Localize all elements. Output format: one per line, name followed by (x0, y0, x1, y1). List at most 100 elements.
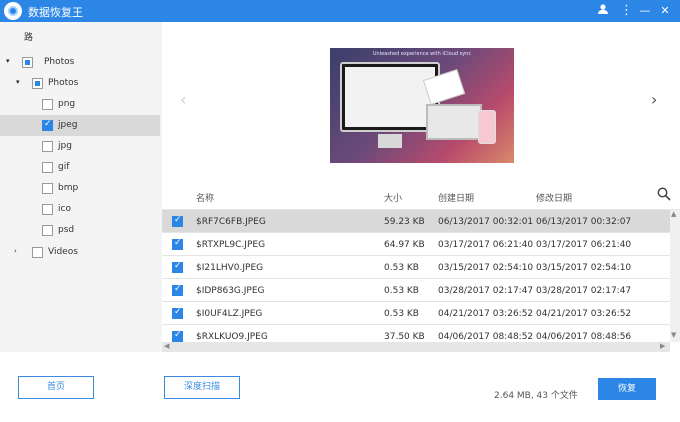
column-name[interactable]: 名称 (196, 191, 214, 204)
tree-item-label: ico (58, 204, 71, 214)
table-row[interactable]: $I0UF4LZ.JPEG 0.53 KB 04/21/2017 03:26:520… (162, 302, 670, 325)
tree-item-label: Photos (44, 57, 75, 67)
tree-checkbox[interactable] (42, 99, 53, 110)
tree-item-ico[interactable]: ico (0, 199, 160, 220)
tree-checkbox[interactable] (42, 141, 53, 152)
tree-item-label: Videos (48, 247, 78, 257)
tree-checkbox[interactable] (22, 57, 33, 68)
app-title: 数据恢复王 (28, 6, 83, 19)
tree-checkbox[interactable] (32, 247, 43, 258)
scroll-left-arrow-icon[interactable]: ◀ (164, 342, 169, 350)
tree-checkbox[interactable] (42, 119, 53, 131)
column-modified[interactable]: 修改日期 (536, 191, 572, 204)
imac-stand (378, 134, 402, 148)
tree-item-png[interactable]: png (0, 94, 160, 115)
next-arrow-icon[interactable]: › (651, 90, 657, 109)
horizontal-scrollbar[interactable]: ◀ ▶ (162, 342, 670, 352)
app-logo-icon (4, 2, 22, 20)
recover-button[interactable]: 恢复 (598, 378, 656, 400)
preview-caption: Unleashed experience with iCloud sync (372, 51, 472, 57)
tree-item-label: Photos (48, 78, 79, 88)
cell-size: 0.53 KB (384, 286, 419, 296)
tree-checkbox[interactable] (32, 78, 43, 89)
row-checkbox[interactable] (172, 330, 183, 342)
expand-arrow-icon[interactable]: › (14, 247, 17, 255)
home-button[interactable]: 首页 (18, 376, 94, 399)
folder-tree-sidebar: 路 ▾ Photos ▾ Photos png jpeg jpg gif bmp ico psd › V… (0, 22, 162, 352)
row-checkbox[interactable] (172, 284, 183, 296)
image-preview-panel: ‹ Unleashed experience with iCloud sync … (162, 22, 680, 180)
tree-item-photos[interactable]: ▾ Photos (0, 52, 160, 73)
cell-created: 06/13/2017 00:32:01 (438, 217, 534, 227)
row-checkbox[interactable] (172, 261, 183, 273)
deep-scan-button[interactable]: 深度扫描 (164, 376, 240, 399)
user-icon[interactable] (596, 3, 610, 19)
column-created[interactable]: 创建日期 (438, 191, 474, 204)
column-size[interactable]: 大小 (384, 191, 402, 204)
cell-modified: 03/15/2017 02:54:10 (536, 263, 632, 273)
more-menu-icon[interactable]: ⋮ (620, 3, 633, 19)
tree-item-gif[interactable]: gif (0, 157, 160, 178)
row-checkbox[interactable] (172, 307, 183, 319)
cell-size: 0.53 KB (384, 263, 419, 273)
cell-name: $I0UF4LZ.JPEG (196, 309, 263, 319)
scroll-up-arrow-icon[interactable]: ▲ (671, 210, 676, 218)
close-icon[interactable]: ✕ (658, 3, 672, 19)
cell-name: $RTXPL9C.JPEG (196, 240, 266, 250)
tree-checkbox[interactable] (42, 183, 53, 194)
cell-modified: 04/21/2017 03:26:52 (536, 309, 632, 319)
cell-modified: 03/28/2017 02:17:47 (536, 286, 632, 296)
tree-checkbox[interactable] (42, 204, 53, 215)
footer-bar: 首页 深度扫描 2.64 MB, 43 个文件 恢复 (0, 352, 680, 422)
tree-item-label: jpg (58, 141, 72, 151)
previous-arrow-icon[interactable]: ‹ (180, 90, 186, 109)
minimize-icon[interactable]: — (638, 3, 652, 19)
tree-item-label: jpeg (58, 120, 78, 130)
cell-size: 64.97 KB (384, 240, 425, 250)
expand-arrow-icon[interactable]: ▾ (16, 78, 20, 86)
preview-image: Unleashed experience with iCloud sync (330, 48, 514, 163)
path-label: 路 (24, 33, 34, 43)
tree-checkbox[interactable] (42, 162, 53, 173)
scroll-down-arrow-icon[interactable]: ▼ (671, 331, 676, 339)
cell-modified: 04/06/2017 08:48:56 (536, 332, 632, 342)
tree-item-label: bmp (58, 183, 79, 193)
tree-item-videos[interactable]: › Videos (0, 242, 160, 263)
table-row[interactable]: $I21LHV0.JPEG 0.53 KB 03/15/2017 02:54:100… (162, 256, 670, 279)
tree-item-photos[interactable]: ▾ Photos (0, 73, 160, 94)
cell-created: 03/28/2017 02:17:47 (438, 286, 534, 296)
tree-item-jpeg[interactable]: jpeg (0, 115, 160, 136)
cell-name: $I21LHV0.JPEG (196, 263, 264, 273)
cell-name: $IDP863G.JPEG (196, 286, 265, 296)
cell-modified: 06/13/2017 00:32:07 (536, 217, 632, 227)
cell-size: 0.53 KB (384, 309, 419, 319)
selection-summary: 2.64 MB, 43 个文件 (494, 391, 578, 401)
tree-item-psd[interactable]: psd (0, 220, 160, 241)
tree-item-label: psd (58, 225, 75, 235)
tree-item-label: gif (58, 162, 70, 172)
iphone-illustration (478, 110, 496, 144)
tree-item-label: png (58, 99, 76, 109)
search-icon[interactable] (657, 187, 671, 201)
cell-created: 03/15/2017 02:54:10 (438, 263, 534, 273)
file-table: $RF7C6FB.JPEG 59.23 KB 06/13/2017 00:32:01… (162, 210, 670, 342)
expand-arrow-icon[interactable]: ▾ (6, 57, 10, 65)
cell-size: 59.23 KB (384, 217, 425, 227)
cell-name: $RF7C6FB.JPEG (196, 217, 266, 227)
cell-name: $RXLKUO9.JPEG (196, 332, 268, 342)
cell-created: 04/06/2017 08:48:52 (438, 332, 534, 342)
vertical-scrollbar[interactable]: ▲ ▼ (670, 210, 680, 342)
cell-created: 03/17/2017 06:21:40 (438, 240, 534, 250)
tree-item-jpg[interactable]: jpg (0, 136, 160, 157)
cell-created: 04/21/2017 03:26:52 (438, 309, 534, 319)
table-row[interactable]: $RXLKUO9.JPEG 37.50 KB 04/06/2017 08:48:52… (162, 325, 670, 342)
scroll-right-arrow-icon[interactable]: ▶ (660, 342, 665, 350)
tree-checkbox[interactable] (42, 225, 53, 236)
row-checkbox[interactable] (172, 238, 183, 250)
table-row[interactable]: $RTXPL9C.JPEG 64.97 KB 03/17/2017 06:21:40… (162, 233, 670, 256)
table-row[interactable]: $IDP863G.JPEG 0.53 KB 03/28/2017 02:17:470… (162, 279, 670, 302)
tree-item-bmp[interactable]: bmp (0, 178, 160, 199)
table-row[interactable]: $RF7C6FB.JPEG 59.23 KB 06/13/2017 00:32:01… (162, 210, 670, 233)
row-checkbox[interactable] (172, 215, 183, 227)
title-bar: 数据恢复王 ⋮ — ✕ (0, 0, 680, 22)
